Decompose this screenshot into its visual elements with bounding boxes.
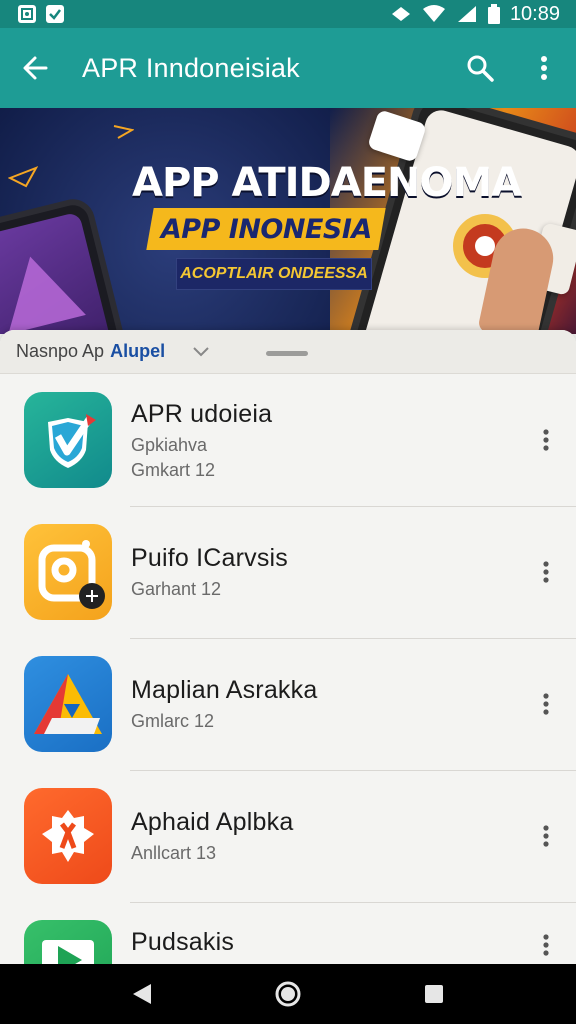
- list-item[interactable]: APR udoieia Gpkiahva Gmkart 12: [0, 374, 576, 506]
- status-bar: 10:89: [0, 0, 576, 28]
- check-icon: [46, 5, 64, 23]
- more-vert-icon: [543, 825, 549, 847]
- promo-banner[interactable]: APP ATIDAENOMA APP INONESIA ACOPTLAIR ON…: [0, 108, 576, 334]
- app-bar-title: APR Inndoneisiak: [82, 52, 300, 83]
- more-vert-icon: [543, 561, 549, 583]
- list-item[interactable]: Maplian Asrakka Gmlarc 12: [0, 638, 576, 770]
- paper-plane-icon: [113, 125, 134, 139]
- banner-subtitle: ACOPTLAIR ONDEESSA: [180, 265, 368, 282]
- wifi-icon: [422, 5, 445, 22]
- sheet-header[interactable]: Nasnpo Ap Alupel: [0, 330, 576, 374]
- nav-home-icon[interactable]: [274, 980, 302, 1008]
- play-icon: [24, 920, 112, 964]
- list-item[interactable]: Pudsakis: [0, 902, 576, 964]
- more-vert-icon: [543, 429, 549, 451]
- app-name: APR udoieia: [131, 399, 273, 428]
- drag-handle[interactable]: [266, 351, 308, 356]
- back-button[interactable]: [0, 28, 70, 108]
- item-more-button[interactable]: [516, 825, 576, 847]
- app-name: Maplian Asrakka: [131, 676, 318, 704]
- sheet-accent-label: Alupel: [110, 341, 166, 361]
- app-version: Gmkart 12: [131, 459, 216, 480]
- back-arrow-icon: [23, 56, 48, 80]
- app-bar: APR Inndoneisiak: [0, 28, 576, 108]
- app-version: Garhant 12: [131, 579, 222, 599]
- puzzle-gear-icon: [24, 788, 112, 884]
- more-vert-icon: [543, 934, 549, 956]
- item-more-button[interactable]: [516, 429, 576, 451]
- more-vert-icon: [543, 693, 549, 715]
- vpn-key-icon: [391, 7, 410, 21]
- nav-back-icon[interactable]: [131, 982, 153, 1006]
- app-name: Aphaid Aplbka: [131, 808, 294, 836]
- list-item[interactable]: Puifo ICarvsis Garhant 12: [0, 506, 576, 638]
- list-item[interactable]: Aphaid Aplbka Anllcart 13: [0, 770, 576, 902]
- camera-plus-icon: [24, 524, 112, 620]
- app-version: Gmlarc 12: [131, 711, 215, 731]
- system-nav-bar: [0, 964, 576, 1024]
- item-more-button[interactable]: [516, 561, 576, 583]
- item-more-button[interactable]: [516, 693, 576, 715]
- banner-ribbon: APP INONESIA: [146, 208, 386, 250]
- chevron-down-icon[interactable]: [193, 346, 209, 357]
- notification-icon: [18, 5, 36, 23]
- more-options-button[interactable]: [512, 28, 576, 108]
- item-more-button[interactable]: [516, 920, 576, 956]
- shield-check-icon: [24, 392, 112, 488]
- sheet-label: Nasnpo Ap: [16, 341, 105, 361]
- app-version: Anllcart 13: [131, 843, 217, 863]
- map-triangle-icon: [24, 656, 112, 752]
- more-vert-icon: [541, 56, 547, 80]
- banner-title: APP ATIDAENOMA: [132, 160, 522, 206]
- nav-recents-icon[interactable]: [423, 983, 445, 1005]
- search-button[interactable]: [448, 28, 512, 108]
- signal-icon: [457, 6, 476, 22]
- banner-ribbon-text: APP INONESIA: [160, 213, 372, 245]
- status-time: 10:89: [509, 2, 560, 25]
- battery-icon: [487, 4, 500, 24]
- banner-subtitle-box: ACOPTLAIR ONDEESSA: [176, 258, 372, 290]
- app-publisher: Gpkiahva: [131, 434, 208, 455]
- paper-plane-icon: [8, 166, 38, 188]
- app-name: Pudsakis: [131, 928, 235, 956]
- banner-phone-left: [0, 194, 147, 334]
- app-name: Puifo ICarvsis: [131, 544, 289, 572]
- search-icon: [467, 55, 494, 82]
- app-list-sheet: Nasnpo Ap Alupel APR udoieia Gpkiahva Gm…: [0, 330, 576, 964]
